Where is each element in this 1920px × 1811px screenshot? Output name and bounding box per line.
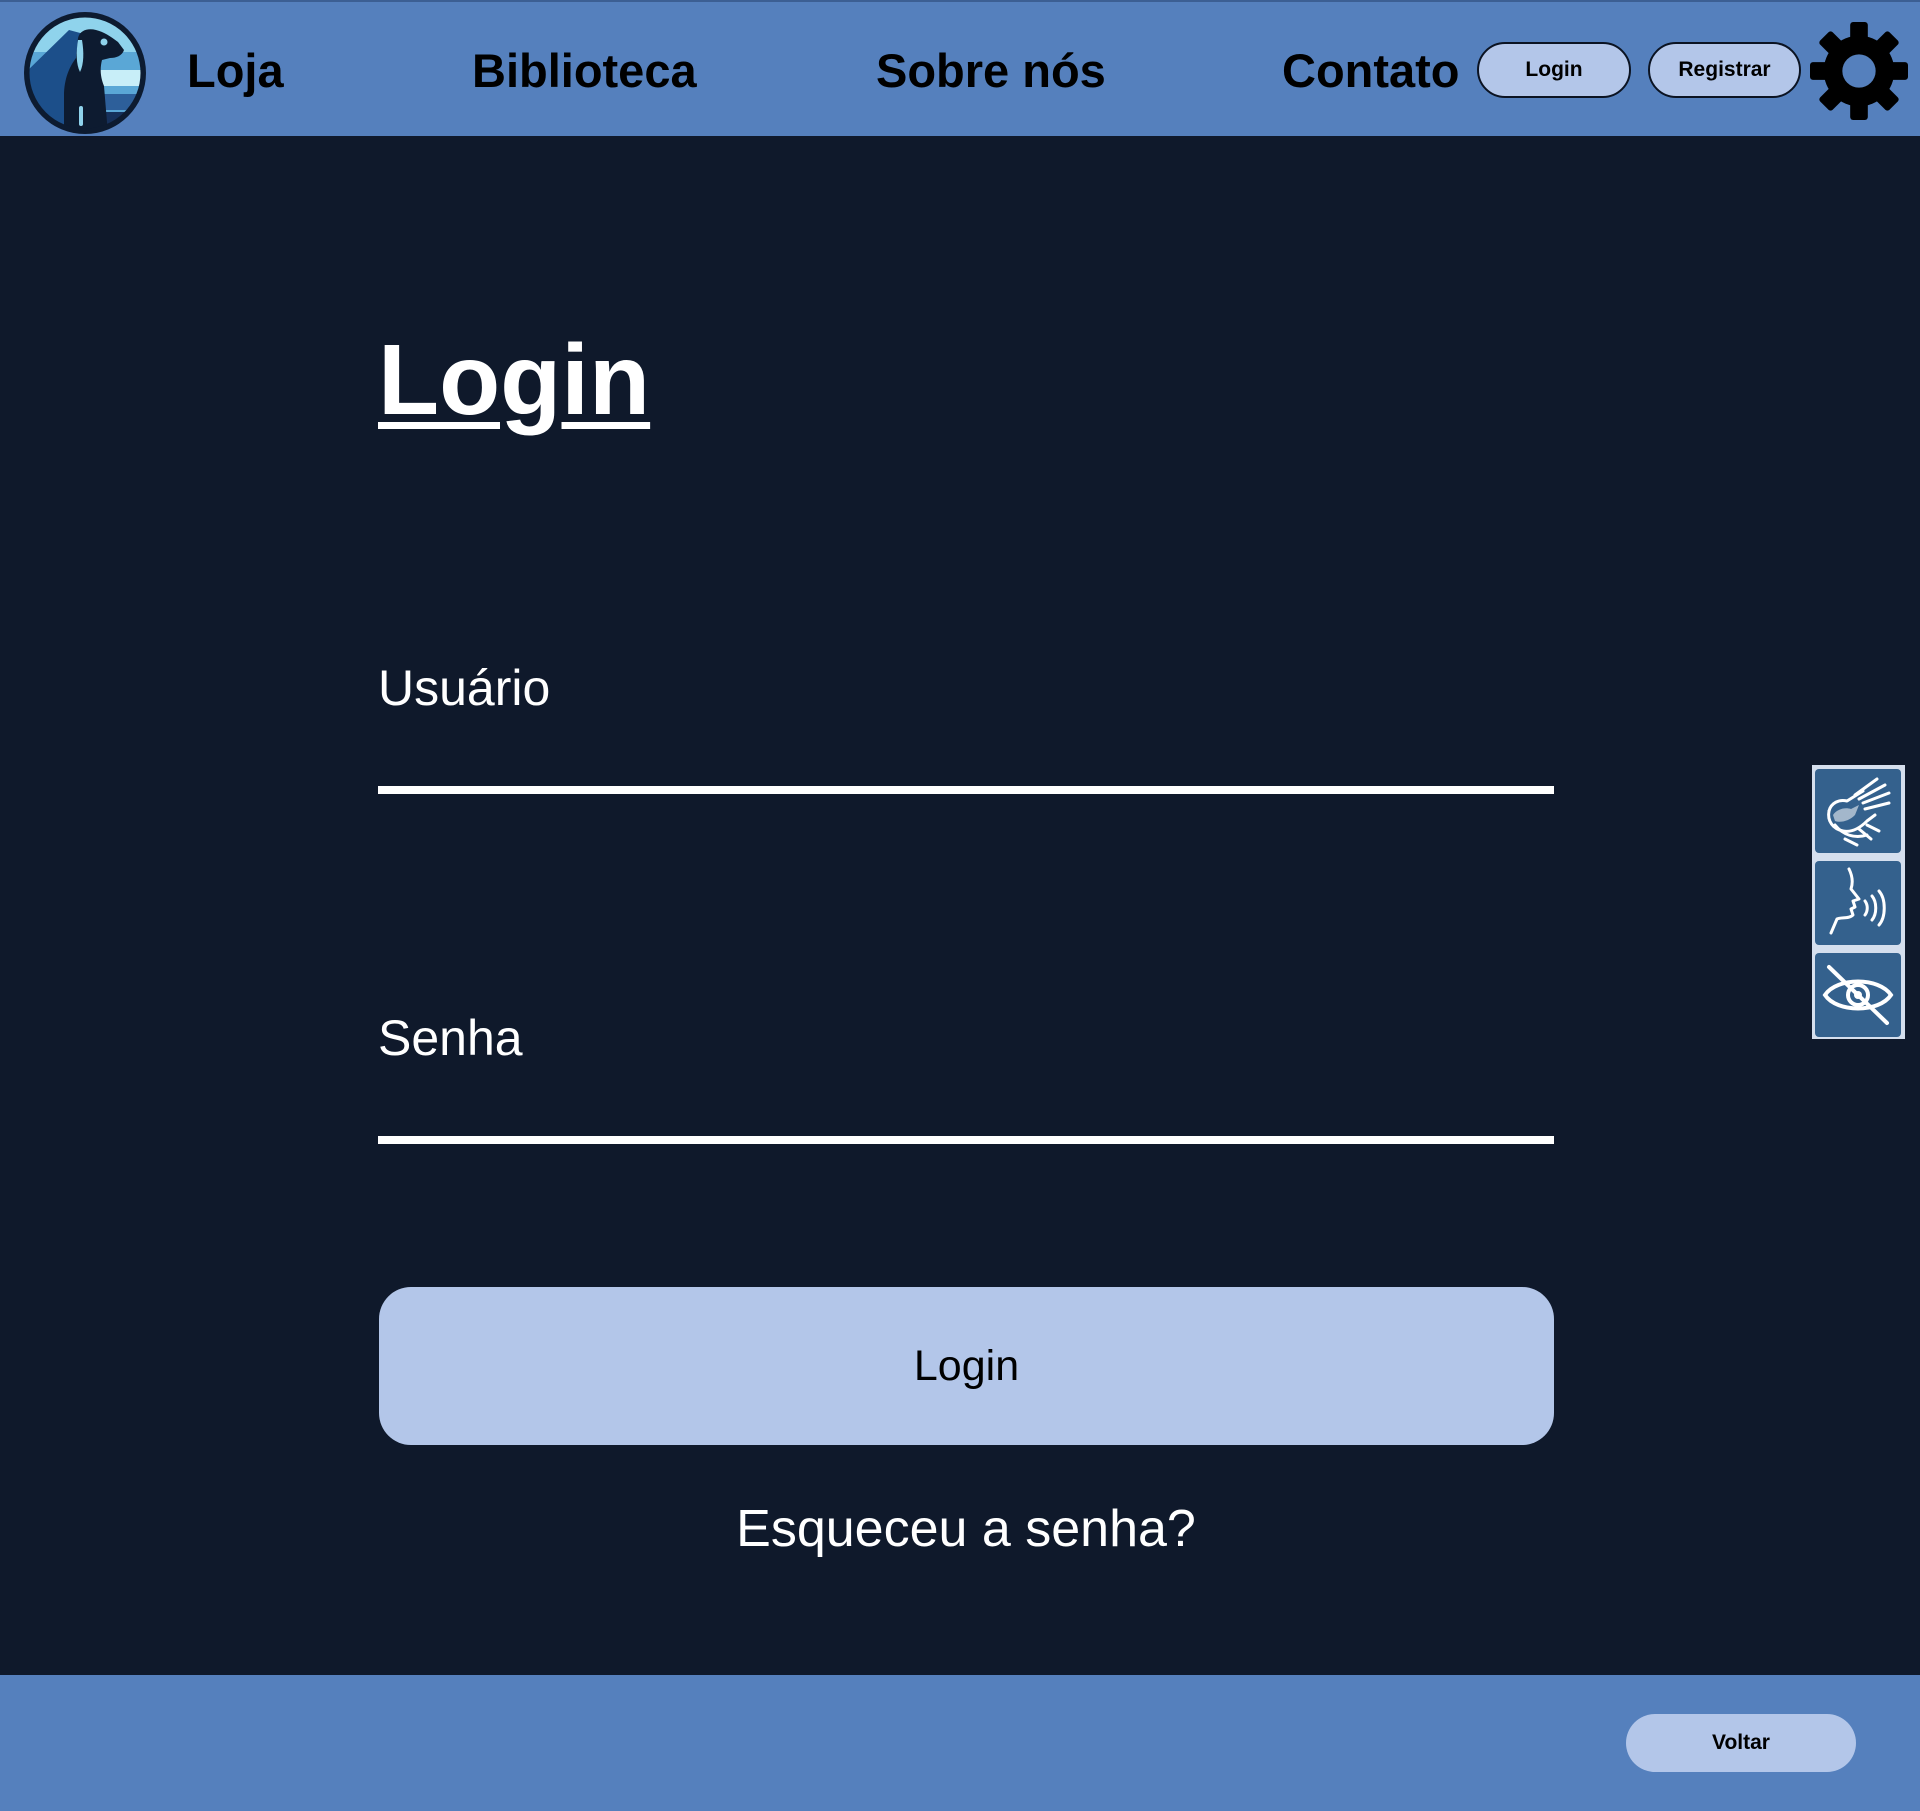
usuario-label: Usuário (378, 660, 551, 716)
nav-link-loja[interactable]: Loja (187, 42, 284, 100)
page-title: Login (378, 324, 651, 436)
top-navbar: Loja Biblioteca Sobre nós Contato Login … (0, 0, 1920, 136)
senha-input[interactable] (378, 1084, 1554, 1144)
login-submit-button[interactable]: Login (379, 1287, 1554, 1445)
dog-logo-image (24, 12, 146, 134)
usuario-input[interactable] (378, 734, 1554, 794)
back-button[interactable]: Voltar (1626, 1714, 1856, 1772)
footer-bar: Voltar (0, 1675, 1920, 1811)
nav-link-biblioteca[interactable]: Biblioteca (472, 42, 697, 100)
sign-language-icon[interactable] (1815, 769, 1901, 853)
visual-impairment-icon-image (1822, 965, 1894, 1025)
forgot-password-link[interactable]: Esqueceu a senha? (0, 1498, 1920, 1560)
gear-icon[interactable] (1810, 22, 1908, 120)
sign-language-icon-image (1827, 777, 1891, 847)
dog-logo[interactable] (24, 12, 146, 134)
gear-icon-image (1810, 22, 1908, 120)
visual-impairment-icon[interactable] (1815, 953, 1901, 1037)
voice-reader-icon-image (1829, 867, 1886, 935)
nav-link-contato[interactable]: Contato (1282, 42, 1460, 100)
header-login-button[interactable]: Login (1477, 42, 1631, 98)
voice-reader-icon[interactable] (1815, 861, 1901, 945)
header-register-button[interactable]: Registrar (1648, 42, 1801, 98)
accessibility-toolbar (1812, 765, 1905, 1039)
senha-label: Senha (378, 1010, 523, 1066)
nav-link-sobre-nos[interactable]: Sobre nós (876, 42, 1106, 100)
